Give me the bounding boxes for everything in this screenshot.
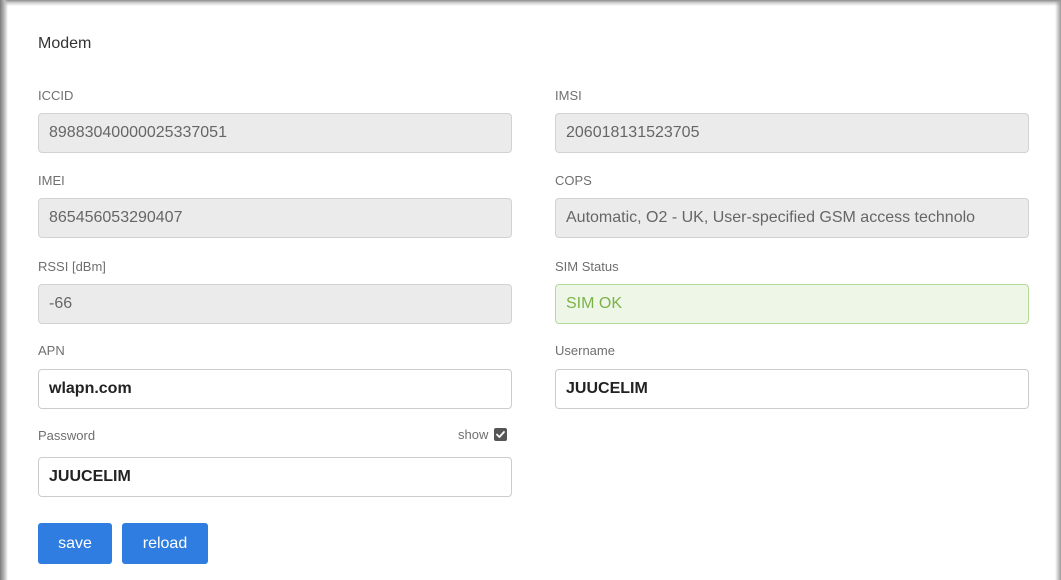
iccid-field: 89883040000025337051 — [38, 113, 512, 153]
imei-field: 865456053290407 — [38, 198, 512, 238]
show-password-label: show — [458, 427, 489, 442]
rssi-label: RSSI [dBm] — [38, 259, 106, 274]
username-label: Username — [555, 343, 615, 358]
show-password-checkbox[interactable] — [494, 428, 508, 441]
apn-input[interactable]: wlapn.com — [38, 369, 512, 409]
rssi-field: -66 — [38, 284, 512, 324]
cops-label: COPS — [555, 173, 592, 188]
imsi-label: IMSI — [555, 88, 582, 103]
window-shadow-left — [0, 0, 8, 580]
cops-field: Automatic, O2 - UK, User-specified GSM a… — [555, 198, 1029, 238]
show-password-toggle[interactable]: show — [458, 427, 508, 442]
window-shadow-right — [1055, 0, 1061, 580]
window-shadow-top — [0, 0, 1061, 6]
save-button[interactable]: save — [38, 523, 112, 564]
password-label: Password — [38, 428, 96, 443]
password-input[interactable]: JUUCELIM — [38, 457, 512, 497]
imsi-field: 206018131523705 — [555, 113, 1029, 153]
panel-title: Modem — [38, 35, 92, 52]
iccid-label: ICCID — [38, 88, 74, 103]
apn-label: APN — [38, 343, 65, 358]
reload-button[interactable]: reload — [122, 523, 208, 564]
checkmark-icon — [496, 431, 506, 438]
imei-label: IMEI — [38, 173, 65, 188]
sim-status-label: SIM Status — [555, 259, 619, 274]
sim-status-field: SIM OK — [555, 284, 1029, 324]
username-input[interactable]: JUUCELIM — [555, 369, 1029, 409]
modem-panel: Modem ICCID 89883040000025337051 IMSI 20… — [0, 0, 1061, 580]
